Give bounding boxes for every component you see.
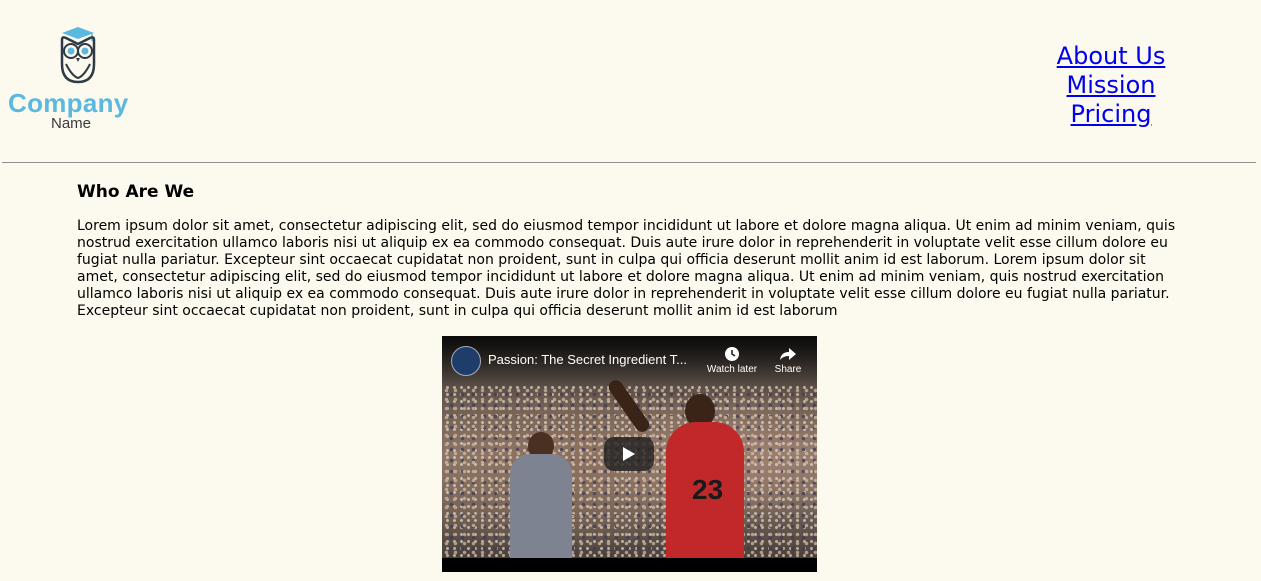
nav-link-pricing[interactable]: Pricing [1041, 100, 1181, 129]
section-paragraph: Lorem ipsum dolor sit amet, consectetur … [77, 218, 1176, 319]
video-jersey-number: 23 [692, 474, 724, 505]
share-button[interactable]: Share [768, 346, 808, 375]
company-logo[interactable]: Company Name [8, 24, 148, 134]
channel-avatar-icon[interactable] [451, 346, 481, 376]
video-figure-suit [510, 454, 572, 558]
logo-name-text: Name [51, 115, 92, 132]
main-nav: About Us Mission Pricing [1041, 42, 1181, 129]
main-content: Who Are We Lorem ipsum dolor sit amet, c… [77, 180, 1183, 320]
share-icon [780, 348, 796, 360]
watch-later-button[interactable]: Watch later [704, 346, 760, 375]
play-button[interactable] [604, 437, 654, 471]
owl-logo-icon [60, 27, 96, 84]
watch-later-label: Watch later [706, 364, 758, 375]
header-divider [2, 162, 1256, 163]
nav-link-mission[interactable]: Mission [1041, 71, 1181, 100]
video-title[interactable]: Passion: The Secret Ingredient T... [488, 352, 687, 367]
embedded-video-player[interactable]: 23 Passion: The Secret Ingredient T... W… [442, 336, 817, 572]
share-label: Share [774, 364, 802, 375]
site-header: Company Name About Us Mission Pricing [0, 0, 1261, 163]
video-top-bar: Passion: The Secret Ingredient T... Watc… [442, 336, 817, 386]
clock-icon [725, 347, 739, 361]
play-icon [623, 447, 635, 461]
nav-link-about-us[interactable]: About Us [1041, 42, 1181, 71]
section-heading: Who Are We [77, 182, 195, 202]
